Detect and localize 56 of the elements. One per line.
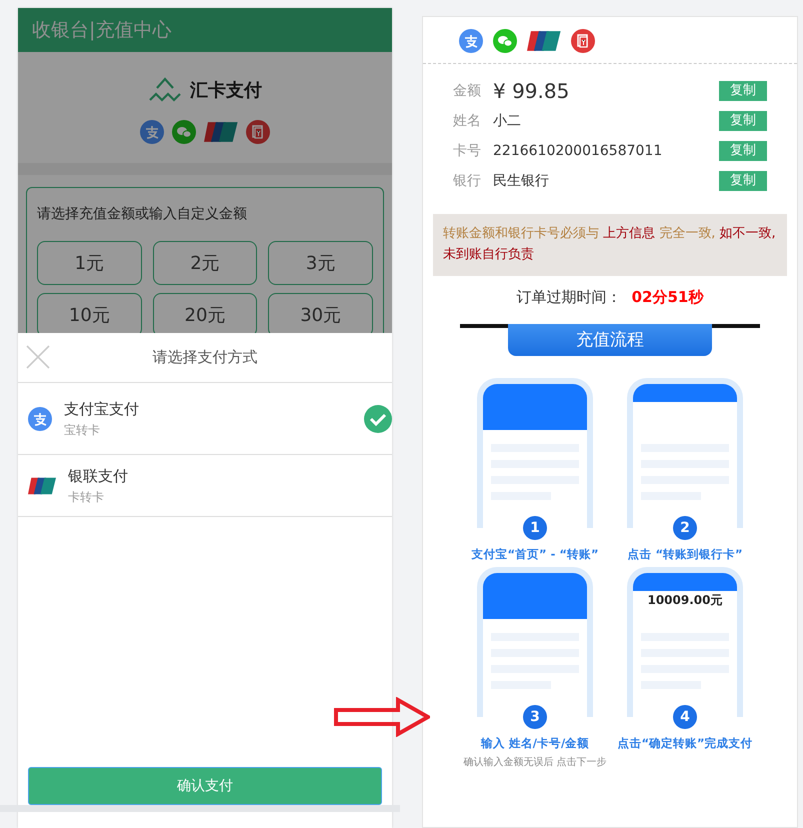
pay-circle-icon — [28, 406, 52, 430]
card-logo-icon — [28, 476, 56, 496]
card-logo-icon — [204, 120, 238, 144]
amount-button[interactable]: 2元 — [152, 241, 258, 285]
field-value: 小二 — [493, 112, 521, 130]
method-name: 支付宝支付 — [64, 399, 139, 420]
field-label: 金额 — [453, 82, 482, 100]
copy-button[interactable]: 复制 — [719, 171, 767, 191]
expiry-label: 订单过期时间： — [516, 288, 622, 306]
screen-amount: 10009.00元 — [646, 592, 724, 610]
method-subtitle: 卡转卡 — [68, 488, 105, 506]
payment-method-item[interactable]: 银联支付 卡转卡 — [18, 455, 392, 517]
amount-button[interactable]: 1元 — [37, 241, 142, 285]
field-value: ¥ 99.85 — [493, 78, 570, 105]
card-logo-icon — [527, 29, 561, 53]
step-caption: 支付宝“首页” - “转账” — [471, 546, 598, 564]
card-prompt: 请选择充值金额或输入自定义金额 — [37, 205, 248, 224]
field-value: 2216610200016587011 — [493, 142, 662, 160]
step-number: 4 — [673, 705, 697, 730]
pay-circle-icon — [459, 29, 483, 53]
amount-button[interactable]: 30元 — [268, 293, 373, 333]
step-caption: 点击“确定转账”完成支付 — [617, 735, 753, 752]
step-number: 2 — [673, 516, 697, 540]
field-label: 姓名 — [453, 112, 482, 130]
confirm-button[interactable]: 确认支付 — [28, 767, 382, 805]
chat-bubbles-icon — [493, 29, 517, 53]
amount-button[interactable]: 10元 — [37, 293, 142, 333]
amount-button[interactable]: 3元 — [268, 241, 373, 285]
method-subtitle: 宝转卡 — [64, 422, 101, 439]
guide-title: 充值流程 — [508, 324, 712, 356]
document-icon — [570, 29, 595, 53]
step-note: 确认输入金额无误后 点击下一步 — [463, 756, 607, 770]
expiry-countdown: 02分51秒 — [632, 288, 704, 306]
field-value: 民生银行 — [493, 172, 549, 190]
field-label: 卡号 — [453, 142, 482, 160]
arrow-icon — [334, 697, 430, 737]
sheet-title: 请选择支付方式 — [152, 347, 258, 368]
step-caption: 输入 姓名/卡号/金额 — [480, 735, 590, 752]
amount-button[interactable]: 20元 — [152, 293, 258, 333]
chat-bubbles-icon — [172, 120, 196, 144]
document-icon — [246, 120, 270, 144]
header-title: 收银台|充值中心 — [18, 8, 392, 52]
close-button[interactable] — [26, 345, 50, 369]
copy-button[interactable]: 复制 — [719, 111, 767, 131]
pay-circle-icon — [140, 120, 164, 144]
method-name: 银联支付 — [68, 466, 128, 488]
step-number: 1 — [523, 516, 547, 540]
field-label: 银行 — [453, 172, 482, 190]
payment-method-item[interactable]: 支付宝支付 宝转卡 — [18, 383, 392, 455]
wave-logo-icon — [148, 76, 182, 104]
step-caption: 点击 “转账到银行卡” — [627, 546, 743, 564]
notice-text: 转账金额和银行卡号必须与 上方信息 完全一致, 如不一致, 未到账自行负责 — [433, 214, 787, 276]
copy-button[interactable]: 复制 — [719, 81, 767, 101]
copy-button[interactable]: 复制 — [719, 141, 767, 161]
step-number: 3 — [523, 705, 547, 730]
brand-name: 汇卡支付 — [190, 78, 262, 102]
